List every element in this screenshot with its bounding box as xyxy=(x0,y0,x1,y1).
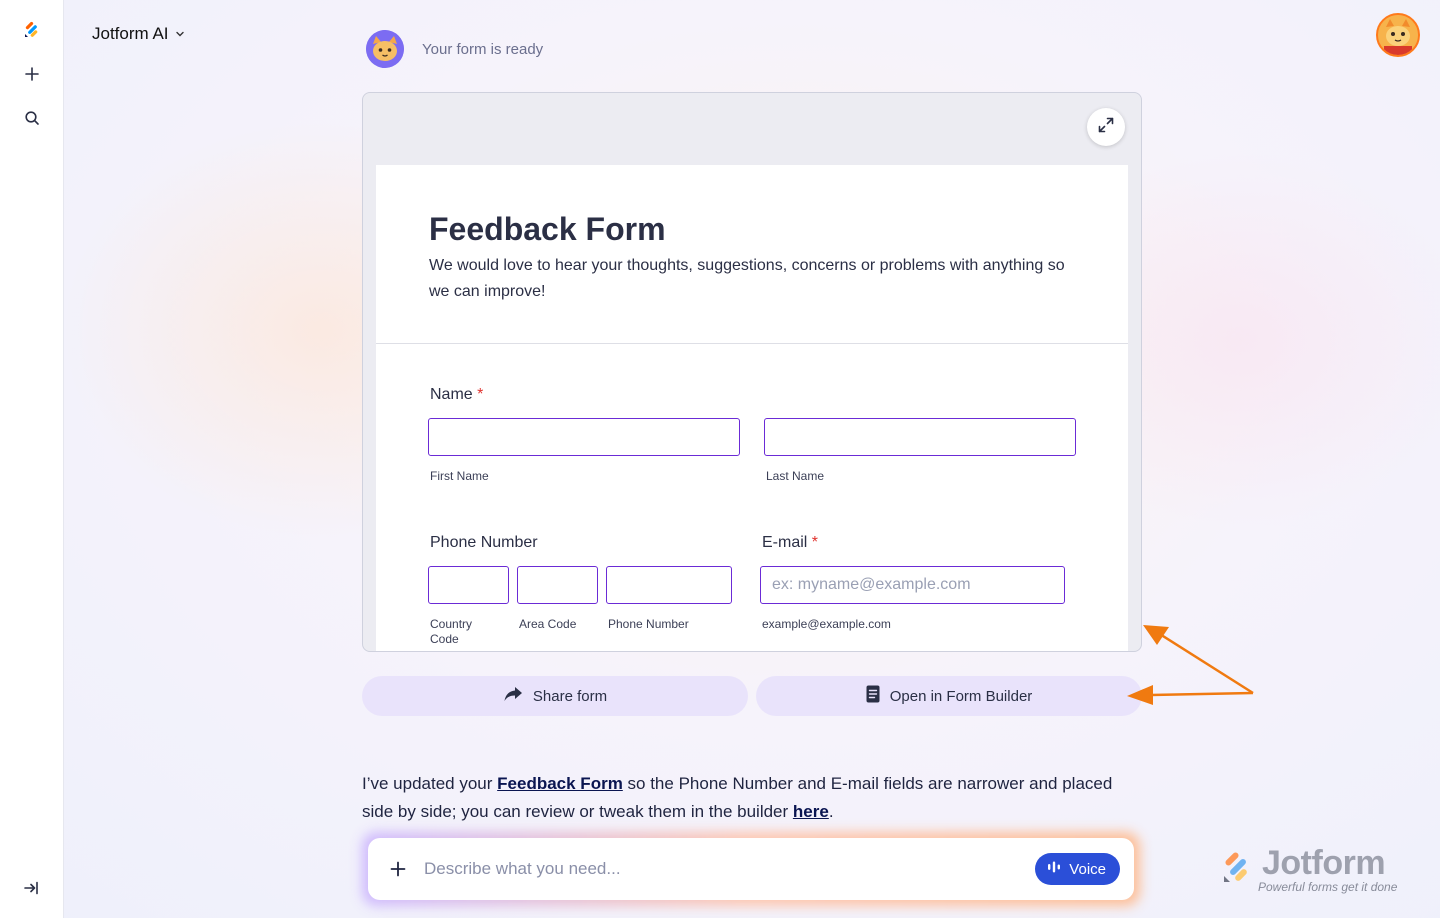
watermark-tagline: Powerful forms get it done xyxy=(1258,880,1398,894)
jotform-watermark: Jotform Powerful forms get it done xyxy=(1220,844,1410,896)
voice-label: Voice xyxy=(1069,860,1106,878)
expand-icon xyxy=(1097,116,1115,139)
open-in-form-builder-button[interactable]: Open in Form Builder xyxy=(756,676,1142,716)
status-text: Your form is ready xyxy=(422,40,544,58)
name-required-mark: * xyxy=(477,386,484,403)
plus-icon[interactable] xyxy=(20,62,44,86)
email-required-mark: * xyxy=(811,534,819,551)
first-name-sublabel: First Name xyxy=(430,469,489,483)
share-form-label: Share form xyxy=(532,687,608,705)
email-label: E-mail xyxy=(762,534,808,551)
app-switcher[interactable]: Jotform AI xyxy=(92,24,185,44)
message-text-1: I’ve updated your xyxy=(362,774,498,793)
share-arrow-icon xyxy=(503,685,523,707)
expand-preview-button[interactable] xyxy=(1087,108,1125,146)
assistant-message: I’ve updated your Feedback Form so the P… xyxy=(362,770,1142,826)
prompt-input[interactable] xyxy=(422,858,1036,880)
jotform-logo-icon[interactable] xyxy=(20,18,44,42)
last-name-sublabel: Last Name xyxy=(766,469,825,483)
search-icon[interactable] xyxy=(20,106,44,130)
email-sublabel: example@example.com xyxy=(762,617,891,631)
open-builder-label: Open in Form Builder xyxy=(889,687,1033,705)
feedback-form-link[interactable]: Feedback Form xyxy=(497,774,623,793)
builder-here-link[interactable]: here xyxy=(793,802,829,821)
annotation-arrows xyxy=(1127,625,1254,705)
name-label: Name xyxy=(430,386,473,403)
watermark-brand: Jotform xyxy=(1262,844,1386,882)
form-sheet: Feedback Form We would love to hear your… xyxy=(376,165,1128,651)
watermark-logo-icon xyxy=(1224,852,1247,882)
form-preview-card: Feedback Form We would love to hear your… xyxy=(362,92,1142,652)
share-form-button[interactable]: Share form xyxy=(362,676,748,716)
voice-button[interactable]: Voice xyxy=(1035,853,1120,885)
user-avatar[interactable] xyxy=(1376,13,1420,57)
phone-number-field[interactable] xyxy=(606,566,732,604)
last-name-field[interactable] xyxy=(764,418,1076,456)
form-title: Feedback Form xyxy=(429,211,666,247)
email-field[interactable]: ex: myname@example.com xyxy=(760,566,1065,604)
area-code-field[interactable] xyxy=(517,566,598,604)
country-code-sublabel: Country Code xyxy=(430,617,473,646)
phone-label: Phone Number xyxy=(430,534,538,551)
composer: Voice xyxy=(368,838,1134,900)
area-code-sublabel: Area Code xyxy=(519,617,577,631)
assistant-avatar xyxy=(366,30,404,68)
form-divider xyxy=(376,343,1128,344)
first-name-field[interactable] xyxy=(428,418,740,456)
chevron-down-icon xyxy=(175,24,185,44)
email-question-label: E-mail * xyxy=(762,534,818,552)
message-text-3: . xyxy=(828,802,834,821)
attach-plus-icon[interactable] xyxy=(388,859,408,879)
form-description: We would love to hear your thoughts, sug… xyxy=(429,257,1065,300)
app-name: Jotform AI xyxy=(92,24,169,43)
sidebar-expand-icon[interactable] xyxy=(19,876,43,900)
phone-number-sublabel: Phone Number xyxy=(608,617,689,631)
name-question-label: Name * xyxy=(430,386,483,404)
left-rail xyxy=(0,0,64,918)
document-icon xyxy=(866,685,880,707)
country-code-field[interactable] xyxy=(428,566,509,604)
email-placeholder: ex: myname@example.com xyxy=(772,576,971,593)
audio-wave-icon xyxy=(1047,860,1061,878)
assistant-status-row: Your form is ready xyxy=(366,30,543,68)
